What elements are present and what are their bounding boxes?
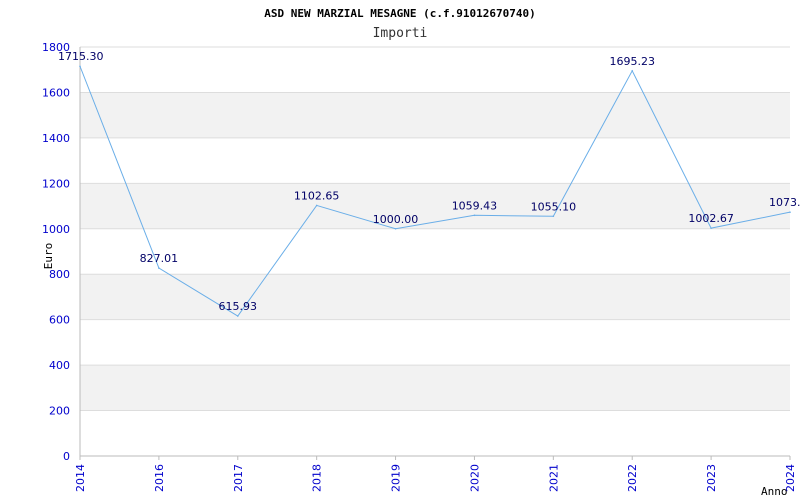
data-point (552, 215, 555, 218)
x-tick-label: 2016 (153, 464, 166, 492)
y-tick-label: 400 (49, 359, 70, 372)
data-label: 827.01 (140, 252, 179, 265)
grid-bands (80, 92, 790, 411)
data-point (710, 227, 712, 229)
data-point (236, 315, 239, 317)
data-label: 1059.43 (452, 199, 498, 212)
x-tick-label: 2018 (311, 464, 324, 492)
data-label: 1055.10 (531, 200, 577, 213)
data-label: 1073.2 (769, 196, 800, 209)
y-tick-label: 1600 (42, 86, 70, 99)
y-tick-label: 1200 (42, 177, 70, 190)
data-point (631, 70, 634, 72)
x-tick-label: 2017 (232, 464, 245, 492)
x-tick-label: 2019 (390, 464, 403, 492)
x-tick-labels: 2014 2016 2017 2018 2019 2020 2021 2022 2023 2024 (74, 456, 797, 492)
data-label: 1000.00 (373, 213, 419, 226)
y-tick-label: 600 (49, 314, 70, 327)
x-tick-label: 2021 (547, 464, 560, 492)
x-tick-label: 2023 (705, 464, 718, 492)
x-tick-label: 2014 (74, 464, 87, 492)
y-tick-label: 1400 (42, 132, 70, 145)
data-point (789, 211, 791, 213)
data-label: 1695.23 (609, 55, 655, 68)
y-tick-label: 0 (63, 450, 70, 463)
line-chart: 020040060080010001200140016001800 2014 20… (42, 7, 800, 498)
data-label: 1102.65 (294, 189, 340, 202)
data-point (473, 214, 476, 217)
x-tick-label: 2022 (626, 464, 639, 492)
data-point (394, 227, 397, 230)
y-axis-label: Euro (42, 243, 55, 270)
data-label: 1002.67 (688, 212, 734, 225)
x-axis-label: Anno (761, 485, 788, 498)
chart-title: ASD NEW MARZIAL MESAGNE (c.f.91012670740… (264, 7, 536, 20)
y-tick-label: 1000 (42, 223, 70, 236)
data-label: 615.93 (219, 300, 258, 313)
grid-band (80, 92, 790, 138)
y-tick-label: 200 (49, 405, 70, 418)
grid-band (80, 365, 790, 411)
chart-subtitle: Importi (373, 26, 428, 41)
data-point (79, 65, 81, 68)
data-point (158, 267, 160, 269)
x-tick-label: 2020 (468, 464, 481, 492)
data-point (315, 204, 318, 207)
grid-band (80, 274, 790, 320)
data-label: 1715.30 (58, 50, 104, 63)
